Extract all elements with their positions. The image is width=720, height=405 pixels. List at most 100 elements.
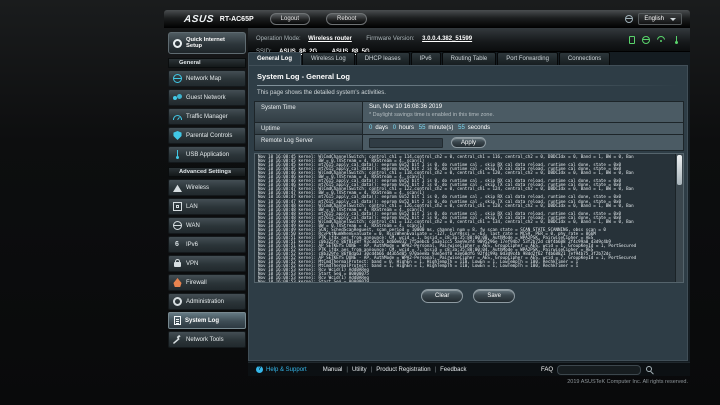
sidebar-item-wireless[interactable]: Wireless	[168, 179, 246, 196]
footer-link-product-registration[interactable]: Product Registration	[367, 367, 430, 373]
qis-icon	[173, 38, 182, 48]
sidebar-item-label: Firewall	[186, 279, 207, 286]
footer-bar: Help & Support Manual Utility Product Re…	[248, 362, 690, 376]
page-description: This page shows the detailed system's ac…	[257, 90, 386, 96]
sidebar-item-system-log[interactable]: System Log	[168, 312, 246, 329]
clear-button[interactable]: Clear	[420, 289, 464, 303]
sidebar-item-usb-application[interactable]: USB Application	[168, 146, 246, 163]
footer-link-manual[interactable]: Manual	[323, 367, 343, 373]
log-info-table: System Time Sun, Nov 10 16:08:36 2019 * …	[254, 101, 684, 151]
log-action-buttons: Clear Save	[249, 289, 687, 303]
sidebar-item-label: Guest Network	[186, 94, 226, 101]
system-time-value: Sun, Nov 10 16:08:36 2019 * Daylight sav…	[363, 102, 683, 122]
tab-wireless-log[interactable]: Wireless Log	[302, 52, 355, 65]
app-status-icon[interactable]	[629, 36, 635, 44]
help-icon	[256, 366, 263, 373]
wifi-status-icon[interactable]	[657, 36, 665, 44]
router-admin-app: ASUS RT-AC65P Logout Reboot English Oper…	[164, 10, 690, 388]
logout-button[interactable]: Logout	[269, 13, 310, 25]
wrench-icon	[173, 335, 181, 344]
qis-label: Quick Internet Setup	[186, 36, 225, 50]
flame-icon	[173, 278, 182, 287]
uptime-value: 0 days 0 hours 55 minute(s) 55 seconds	[363, 123, 683, 134]
sidebar-item-label: IPv6	[186, 241, 199, 248]
tab-ipv6[interactable]: IPv6	[410, 52, 441, 65]
sidebar-item-network-tools[interactable]: Network Tools	[168, 331, 246, 348]
wan-globe-icon	[173, 221, 182, 230]
sidebar-item-administration[interactable]: Administration	[168, 293, 246, 310]
language-select[interactable]: English	[638, 13, 682, 25]
quick-internet-setup-button[interactable]: Quick Internet Setup	[168, 32, 246, 54]
sidebar-item-label: Network Map	[186, 75, 222, 82]
tab-port-forwarding[interactable]: Port Forwarding	[497, 52, 558, 65]
sidebar-item-label: Network Tools	[186, 336, 224, 343]
help-support-link[interactable]: Help & Support	[256, 366, 307, 373]
search-icon[interactable]	[645, 365, 654, 374]
footer-links: Manual Utility Product Registration Feed…	[323, 367, 467, 373]
lock-icon	[173, 259, 182, 268]
faq-search-input[interactable]	[557, 364, 641, 375]
ipv6-icon	[173, 240, 182, 249]
gear-icon	[173, 297, 182, 306]
footer-link-utility[interactable]: Utility	[342, 367, 367, 373]
sidebar-item-label: System Log	[185, 317, 220, 324]
faq-search-group: FAQ	[540, 364, 654, 375]
remote-log-server-label: Remote Log Server	[255, 135, 363, 150]
top-header-bar: ASUS RT-AC65P Logout Reboot English	[164, 10, 690, 28]
faq-label: FAQ	[540, 366, 553, 373]
sidebar-item-parental-controls[interactable]: Parental Controls	[168, 127, 246, 144]
save-button[interactable]: Save	[473, 289, 516, 303]
usb-icon	[173, 150, 182, 159]
sidebar-item-label: Traffic Manager	[186, 113, 228, 120]
firmware-version-label: Firmware Version:	[366, 36, 415, 42]
tab-general-log[interactable]: General Log	[248, 52, 302, 65]
table-row: Remote Log Server Apply	[254, 135, 684, 151]
copyright-text: 2019 ASUSTeK Computer Inc. All rights re…	[567, 379, 688, 385]
sidebar-item-label: LAN	[186, 203, 198, 210]
sidebar-item-label: VPN	[186, 260, 199, 267]
sidebar: Quick Internet Setup General Network Map…	[168, 32, 246, 348]
chevron-down-icon	[670, 17, 676, 21]
log-scrollbar-thumb[interactable]	[677, 155, 682, 185]
tab-connections[interactable]: Connections	[558, 52, 611, 65]
sidebar-section-advanced-settings: Advanced Settings	[168, 167, 246, 177]
language-globe-icon	[625, 15, 634, 23]
sidebar-item-label: Administration	[186, 298, 225, 305]
tab-dhcp-leases[interactable]: DHCP leases	[355, 52, 410, 65]
usb-status-icon[interactable]	[672, 36, 680, 44]
content-panel: System Log - General Log This page shows…	[248, 65, 688, 361]
sidebar-item-label: WAN	[186, 222, 200, 229]
system-log-textarea[interactable]: Nov 10 16:08:45 kernel: WlCmdChannelSwit…	[254, 153, 684, 283]
firmware-version-value[interactable]: 3.0.0.4.382_51599	[422, 36, 472, 42]
apply-button[interactable]: Apply	[451, 137, 487, 148]
sidebar-item-label: Wireless	[186, 184, 210, 191]
system-time-label: System Time	[255, 102, 363, 122]
internet-status-icon[interactable]	[642, 36, 650, 44]
gauge-icon	[173, 115, 182, 120]
sidebar-item-wan[interactable]: WAN	[168, 217, 246, 234]
log-scrollbar-track[interactable]	[675, 154, 683, 282]
antenna-icon	[173, 184, 182, 192]
language-label: English	[644, 16, 664, 22]
sidebar-item-network-map[interactable]: Network Map	[168, 70, 246, 87]
log-tabs: General Log Wireless Log DHCP leases IPv…	[248, 52, 611, 65]
sidebar-item-firewall[interactable]: Firewall	[168, 274, 246, 291]
remote-log-server-input[interactable]	[369, 137, 443, 148]
system-log-text: Nov 10 16:08:45 kernel: WlCmdChannelSwit…	[258, 154, 637, 283]
footer-link-feedback[interactable]: Feedback	[431, 367, 466, 373]
sidebar-item-guest-network[interactable]: Guest Network	[168, 89, 246, 106]
log-doc-icon	[174, 316, 181, 325]
sidebar-item-vpn[interactable]: VPN	[168, 255, 246, 272]
page-title: System Log - General Log	[257, 72, 350, 81]
guests-icon	[173, 93, 182, 102]
sidebar-item-ipv6[interactable]: IPv6	[168, 236, 246, 253]
tab-routing-table[interactable]: Routing Table	[441, 52, 497, 65]
status-icons	[629, 28, 680, 52]
header-right-group: English	[625, 13, 682, 25]
reboot-button[interactable]: Reboot	[326, 13, 368, 25]
table-row: System Time Sun, Nov 10 16:08:36 2019 * …	[254, 102, 684, 123]
sidebar-section-general: General	[168, 58, 246, 68]
sidebar-item-lan[interactable]: LAN	[168, 198, 246, 215]
sidebar-item-traffic-manager[interactable]: Traffic Manager	[168, 108, 246, 125]
remote-log-server-cell: Apply	[363, 135, 683, 150]
